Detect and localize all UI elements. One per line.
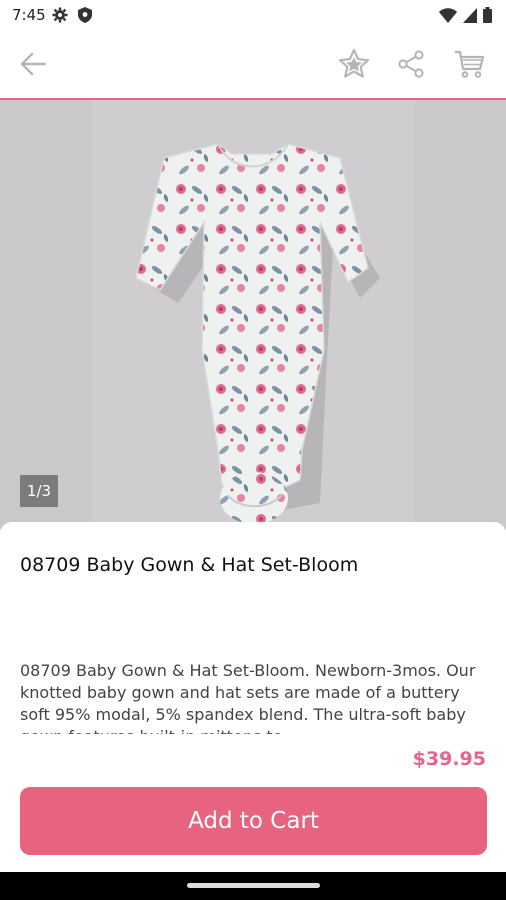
product-details-sheet: 08709 Baby Gown & Hat Set-Bloom 08709 Ba… (0, 522, 506, 872)
status-right-icons (439, 7, 492, 27)
cart-icon (453, 48, 485, 85)
product-price: $39.95 (412, 748, 486, 770)
wifi-icon (439, 7, 457, 27)
status-left-icons (52, 7, 92, 27)
description-fade (0, 732, 506, 742)
image-counter-badge: 1/3 (20, 475, 58, 507)
shield-icon (78, 7, 92, 27)
signal-icon (463, 7, 477, 27)
product-image-gallery[interactable] (0, 100, 506, 530)
add-to-cart-button[interactable]: Add to Cart (20, 787, 487, 855)
share-button[interactable] (394, 49, 428, 83)
favorite-button[interactable] (337, 48, 371, 85)
cart-button[interactable] (452, 49, 486, 83)
system-navigation-bar (0, 872, 506, 900)
battery-icon (483, 7, 492, 27)
product-description[interactable]: 08709 Baby Gown & Hat Set-Bloom. Newborn… (20, 660, 490, 734)
status-bar: 7:45 (0, 0, 506, 32)
back-arrow-icon (18, 49, 48, 84)
back-button[interactable] (16, 49, 50, 83)
gear-icon (52, 7, 68, 27)
top-toolbar (0, 32, 506, 100)
status-time: 7:45 (12, 6, 46, 24)
star-icon (338, 48, 370, 85)
share-icon (396, 49, 426, 84)
home-gesture-handle[interactable] (187, 883, 320, 888)
product-title: 08709 Baby Gown & Hat Set-Bloom (20, 554, 359, 576)
product-photo (135, 143, 380, 524)
